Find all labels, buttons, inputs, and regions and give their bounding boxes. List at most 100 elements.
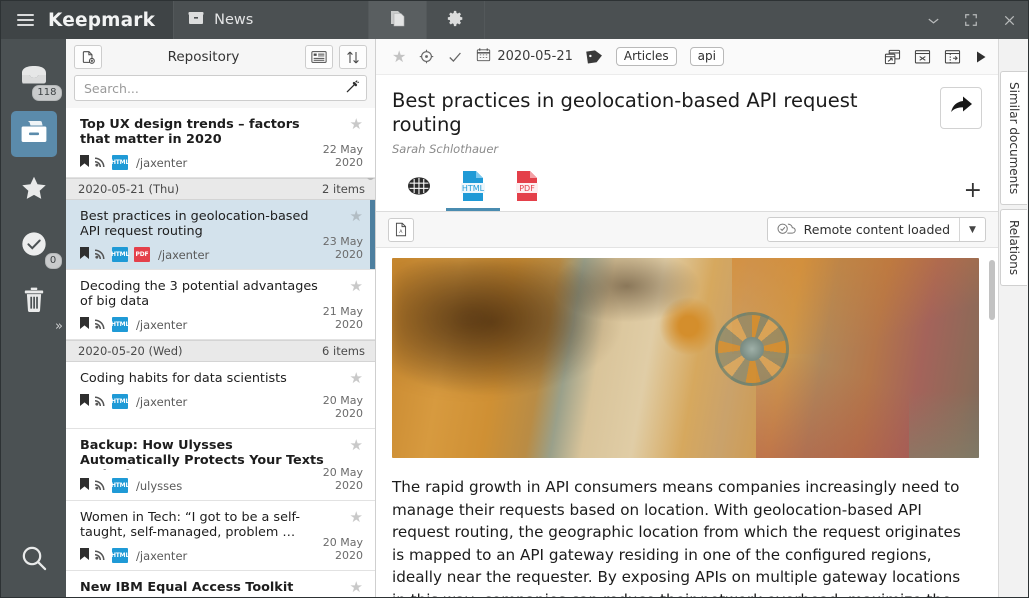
sidebar-item-repository[interactable] [11, 111, 57, 157]
list-item[interactable]: Best practices in geolocation-based API … [66, 200, 375, 270]
search-box[interactable] [74, 75, 367, 101]
article-paragraph: The rapid growth in API consumers means … [392, 476, 980, 597]
list-view-button[interactable] [305, 45, 333, 69]
sidebar-item-inbox[interactable]: 118 [11, 55, 57, 101]
compass-rose-icon [715, 312, 789, 386]
list-item-date: 20 May 2020 [323, 536, 363, 562]
html-format-badge: HTML [112, 317, 128, 332]
check-circle-icon [20, 230, 48, 262]
tab-html[interactable]: HTML [446, 167, 500, 211]
remote-content-dropdown[interactable]: ▼ [959, 218, 985, 241]
open-in-new-window-button[interactable] [884, 49, 901, 65]
list-item-title: New IBM Equal Access Toolkit [80, 580, 365, 595]
nav-rail: 118 0 [1, 39, 66, 597]
document-author: Sarah Schlothauer [392, 142, 928, 156]
magic-wand-icon[interactable] [345, 79, 360, 98]
right-side-tabs: Similar documents Relations [998, 39, 1028, 597]
document-list-pane: Repository [66, 39, 376, 597]
star-icon[interactable]: ★ [392, 47, 406, 66]
trash-icon [21, 286, 47, 318]
share-button[interactable] [940, 87, 982, 129]
archive-box-icon [188, 10, 204, 30]
content-scrollbar[interactable] [989, 260, 995, 320]
minimize-button[interactable] [914, 1, 952, 39]
split-view-button[interactable] [944, 49, 961, 65]
list-item-star[interactable]: ★ [350, 371, 363, 386]
share-icon [949, 95, 973, 121]
document-list[interactable]: Top UX design trends – factors that matt… [66, 108, 375, 597]
titlebar-spacer [485, 1, 914, 39]
document-date-label: 2020-05-21 [497, 49, 573, 64]
list-item[interactable]: Decoding the 3 potential advantages of b… [66, 270, 375, 340]
list-item[interactable]: New IBM Equal Access Toolkit ★ [66, 571, 375, 597]
format-tabs: HTML PDF [376, 166, 998, 212]
rss-icon [95, 156, 106, 170]
list-pane-title: Repository [108, 49, 299, 65]
list-item-star[interactable]: ★ [350, 279, 363, 294]
title-bar: Keepmark News [1, 1, 1028, 39]
tab-relations[interactable]: Relations [1000, 209, 1027, 286]
sidebar-item-trash[interactable] [11, 279, 57, 325]
rss-icon [95, 318, 106, 332]
html-format-badge: HTML [112, 155, 128, 170]
tag-chip-articles[interactable]: Articles [616, 47, 677, 66]
target-icon[interactable] [419, 49, 434, 64]
group-header-count: 2 items [322, 182, 365, 196]
svg-text:PDF: PDF [519, 184, 535, 193]
tab-similar-documents[interactable]: Similar documents [1000, 71, 1027, 205]
next-document-button[interactable] [974, 50, 988, 64]
close-button[interactable] [990, 1, 1028, 39]
sidebar-item-search[interactable] [11, 537, 57, 583]
html-format-badge: HTML [112, 478, 128, 493]
brand-area: Keepmark [1, 1, 174, 39]
list-item-star[interactable]: ★ [350, 209, 363, 224]
list-item[interactable]: Women in Tech: “I got to be a self-taugh… [66, 501, 375, 571]
list-item-date: 22 May 2020 [323, 143, 363, 169]
group-header: 2020-05-21 (Thu) 2 items [66, 178, 375, 200]
bookmark-icon [80, 394, 89, 409]
add-format-button[interactable]: + [964, 178, 982, 211]
documents-icon [388, 9, 407, 32]
list-item-star[interactable]: ★ [350, 117, 363, 132]
tag-chip-api[interactable]: api [690, 47, 724, 66]
rail-expand-handle[interactable]: » [52, 315, 66, 337]
document-detail-pane: ★ 2020-05-21 [376, 39, 1028, 597]
tab-www[interactable] [392, 167, 446, 211]
list-item-date: 20 May 2020 [323, 466, 363, 492]
tab-settings[interactable] [427, 1, 485, 39]
remote-content-button[interactable]: Remote content loaded [768, 218, 959, 241]
tab-documents[interactable] [369, 1, 427, 39]
tab-pdf[interactable]: PDF [500, 167, 554, 211]
list-item-date: 23 May 2020 [323, 235, 363, 261]
rss-icon [95, 479, 106, 493]
html-format-badge: HTML [112, 548, 128, 563]
export-pdf-button[interactable]: A [388, 218, 414, 242]
tab-news[interactable]: News [174, 1, 369, 39]
tag-icon[interactable] [586, 49, 603, 64]
list-item[interactable]: Top UX design trends – factors that matt… [66, 108, 375, 178]
page-title: Best practices in geolocation-based API … [392, 89, 928, 137]
list-item-star[interactable]: ★ [350, 580, 363, 595]
list-item[interactable]: Backup: How Ulysses Automatically Protec… [66, 429, 375, 501]
close-document-button[interactable] [914, 49, 931, 65]
new-document-button[interactable] [74, 45, 102, 69]
list-item-source: /jaxenter [136, 318, 187, 332]
remote-content-status: Remote content loaded ▼ [767, 217, 986, 242]
remote-content-label: Remote content loaded [804, 222, 950, 237]
document-date[interactable]: 2020-05-21 [476, 47, 573, 66]
sort-button[interactable] [339, 45, 367, 69]
sidebar-item-tasks[interactable]: 0 [11, 223, 57, 269]
list-item-star[interactable]: ★ [350, 438, 363, 453]
search-input[interactable] [84, 81, 345, 96]
gear-icon [447, 10, 464, 31]
check-icon[interactable] [447, 49, 463, 65]
document-content[interactable]: The rapid growth in API consumers means … [376, 248, 998, 597]
bookmark-icon [80, 548, 89, 563]
search-icon [20, 544, 48, 576]
sidebar-item-favorites[interactable] [11, 167, 57, 213]
hamburger-icon[interactable] [17, 14, 34, 26]
maximize-button[interactable] [952, 1, 990, 39]
list-item[interactable]: Coding habits for data scientists ★ HTML… [66, 362, 375, 429]
list-item-star[interactable]: ★ [350, 510, 363, 525]
hero-foreground-blur [392, 258, 650, 458]
